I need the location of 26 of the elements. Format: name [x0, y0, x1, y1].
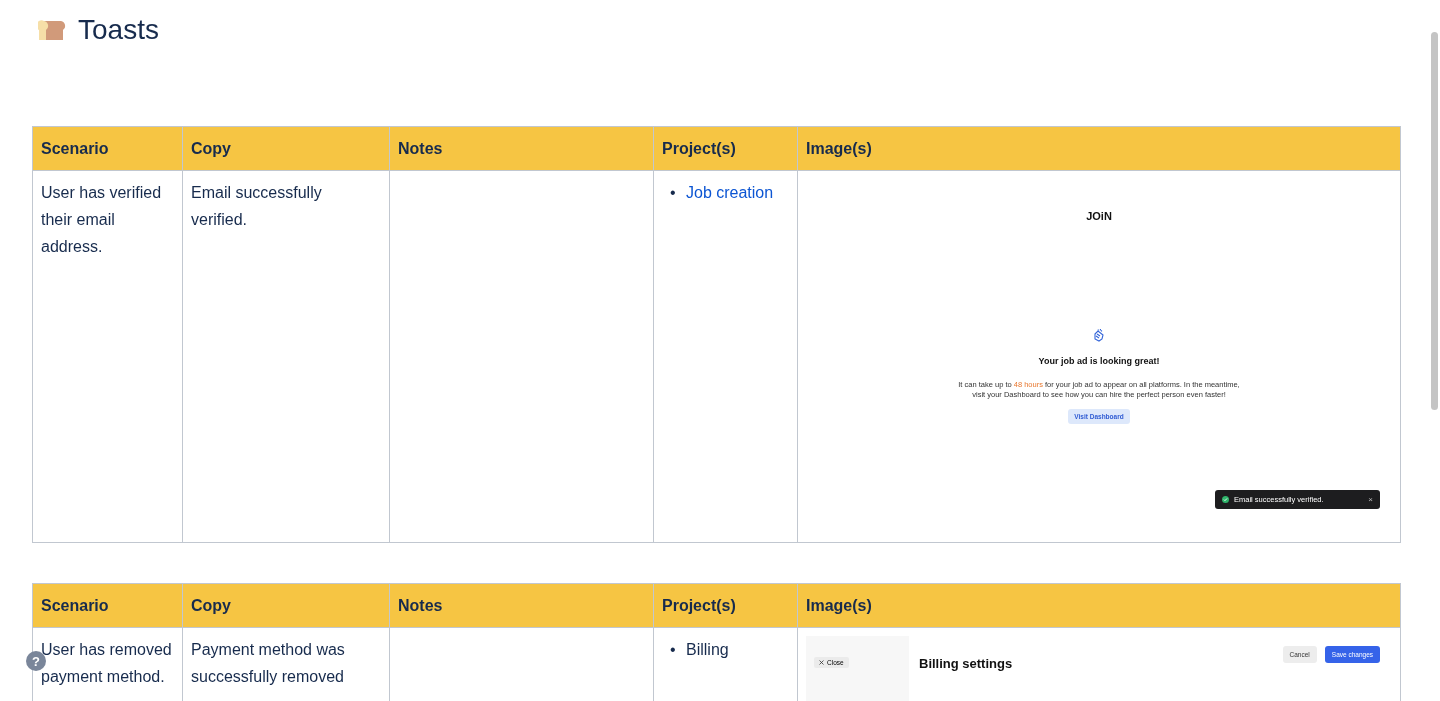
- table-cell: User has verified their email address.: [32, 170, 183, 543]
- column-header: Project(s): [653, 126, 798, 171]
- bullet: •: [670, 640, 677, 660]
- project-link[interactable]: Job creation: [686, 184, 774, 201]
- close-icon: [819, 660, 824, 665]
- settings-title: Billing settings: [919, 655, 1014, 673]
- success-heading: Your job ad is looking great!: [1038, 355, 1160, 368]
- column-header: Copy: [182, 126, 390, 171]
- logo: JOiN: [1086, 209, 1112, 224]
- scrollbar-thumb[interactable]: [1431, 32, 1438, 410]
- page-title: Toasts: [78, 14, 159, 46]
- bullet: •: [670, 183, 677, 203]
- close-button[interactable]: ×: [1368, 486, 1373, 513]
- project-name: Billing: [686, 641, 729, 658]
- column-header: Scenario: [32, 583, 183, 628]
- column-header: Project(s): [653, 583, 798, 628]
- column-header: Copy: [182, 583, 390, 628]
- column-header: Scenario: [32, 126, 183, 171]
- bread-icon: [38, 19, 66, 41]
- check-circle-icon: [1222, 496, 1229, 503]
- table-cell: Email successfully verified.: [182, 170, 390, 543]
- column-header: Notes: [389, 583, 654, 628]
- column-header: Image(s): [797, 126, 1401, 171]
- clapping-hands-icon: [1092, 328, 1106, 342]
- column-header: Notes: [389, 126, 654, 171]
- column-header: Image(s): [797, 583, 1401, 628]
